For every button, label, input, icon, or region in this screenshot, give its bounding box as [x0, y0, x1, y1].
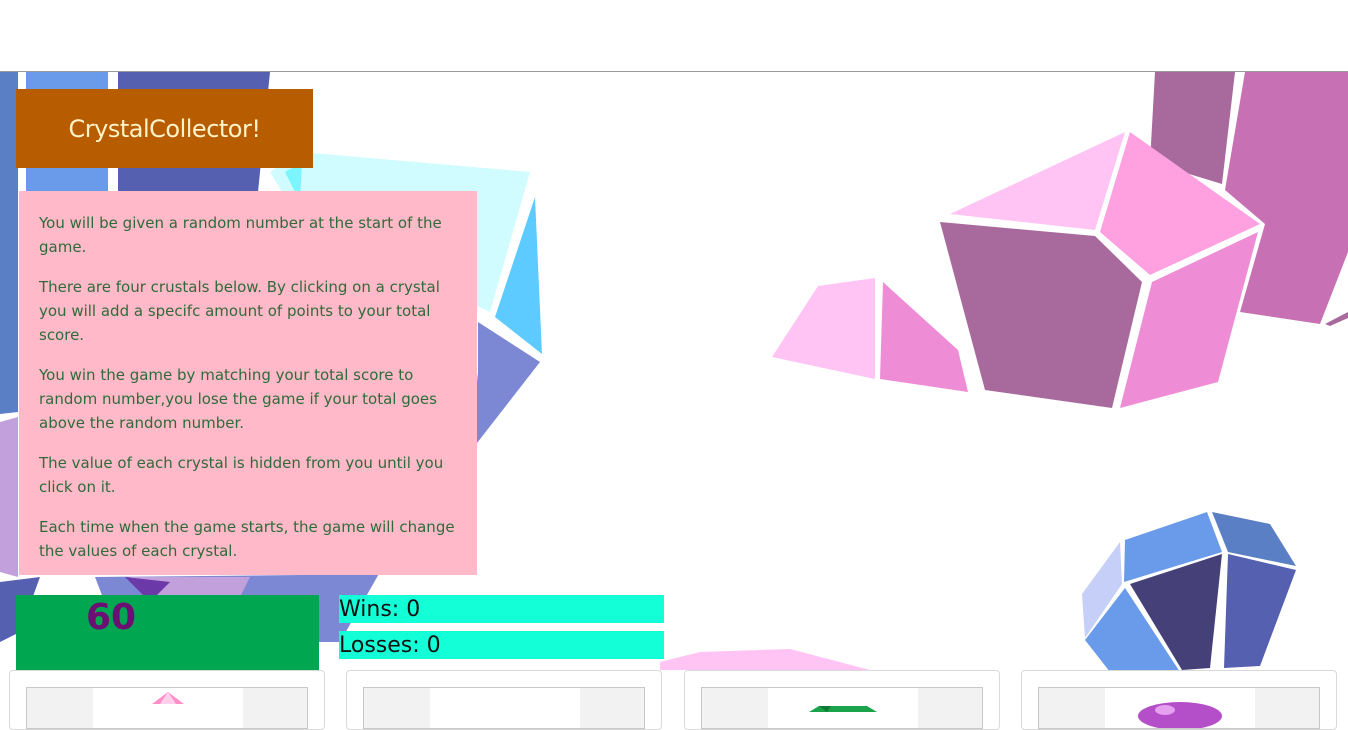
- instruction-text: You will be given a random number at the…: [39, 214, 442, 256]
- crystal-frame: [363, 687, 645, 729]
- crystal-frame: [1038, 687, 1320, 729]
- instruction-text: You win the game by matching your total …: [39, 366, 437, 432]
- crystal-card-2: [346, 670, 662, 730]
- purple-crystal-icon: [1138, 702, 1222, 728]
- pink-crystal-icon: [152, 692, 184, 704]
- crystal-card-1: [9, 670, 325, 730]
- wins-counter: Wins: 0: [339, 595, 664, 623]
- crystal-button-2[interactable]: [430, 688, 580, 728]
- crystal-card-3: [684, 670, 1000, 730]
- green-crystal-icon: [809, 706, 877, 712]
- instruction-text: There are four crustals below. By clicki…: [39, 278, 440, 344]
- crystal-card-4: [1021, 670, 1337, 730]
- crystal-button-4[interactable]: [1105, 688, 1255, 728]
- crystal-frame: [701, 687, 983, 729]
- instruction-text: Each time when the game starts, the game…: [39, 518, 455, 560]
- crystal-frame: [26, 687, 308, 729]
- title-banner: CrystalCollector!: [16, 89, 313, 168]
- random-number-value: 60: [86, 597, 137, 638]
- losses-counter: Losses: 0: [339, 631, 664, 659]
- crystal-button-3[interactable]: [768, 688, 918, 728]
- browser-top-bar: [0, 0, 1348, 72]
- instructions-panel: You will be given a random number at the…: [19, 191, 477, 575]
- instruction-text: The value of each crystal is hidden from…: [39, 454, 444, 496]
- crystal-button-1[interactable]: [93, 688, 243, 728]
- random-number-box: 60: [16, 595, 319, 670]
- page-title: CrystalCollector!: [68, 114, 261, 143]
